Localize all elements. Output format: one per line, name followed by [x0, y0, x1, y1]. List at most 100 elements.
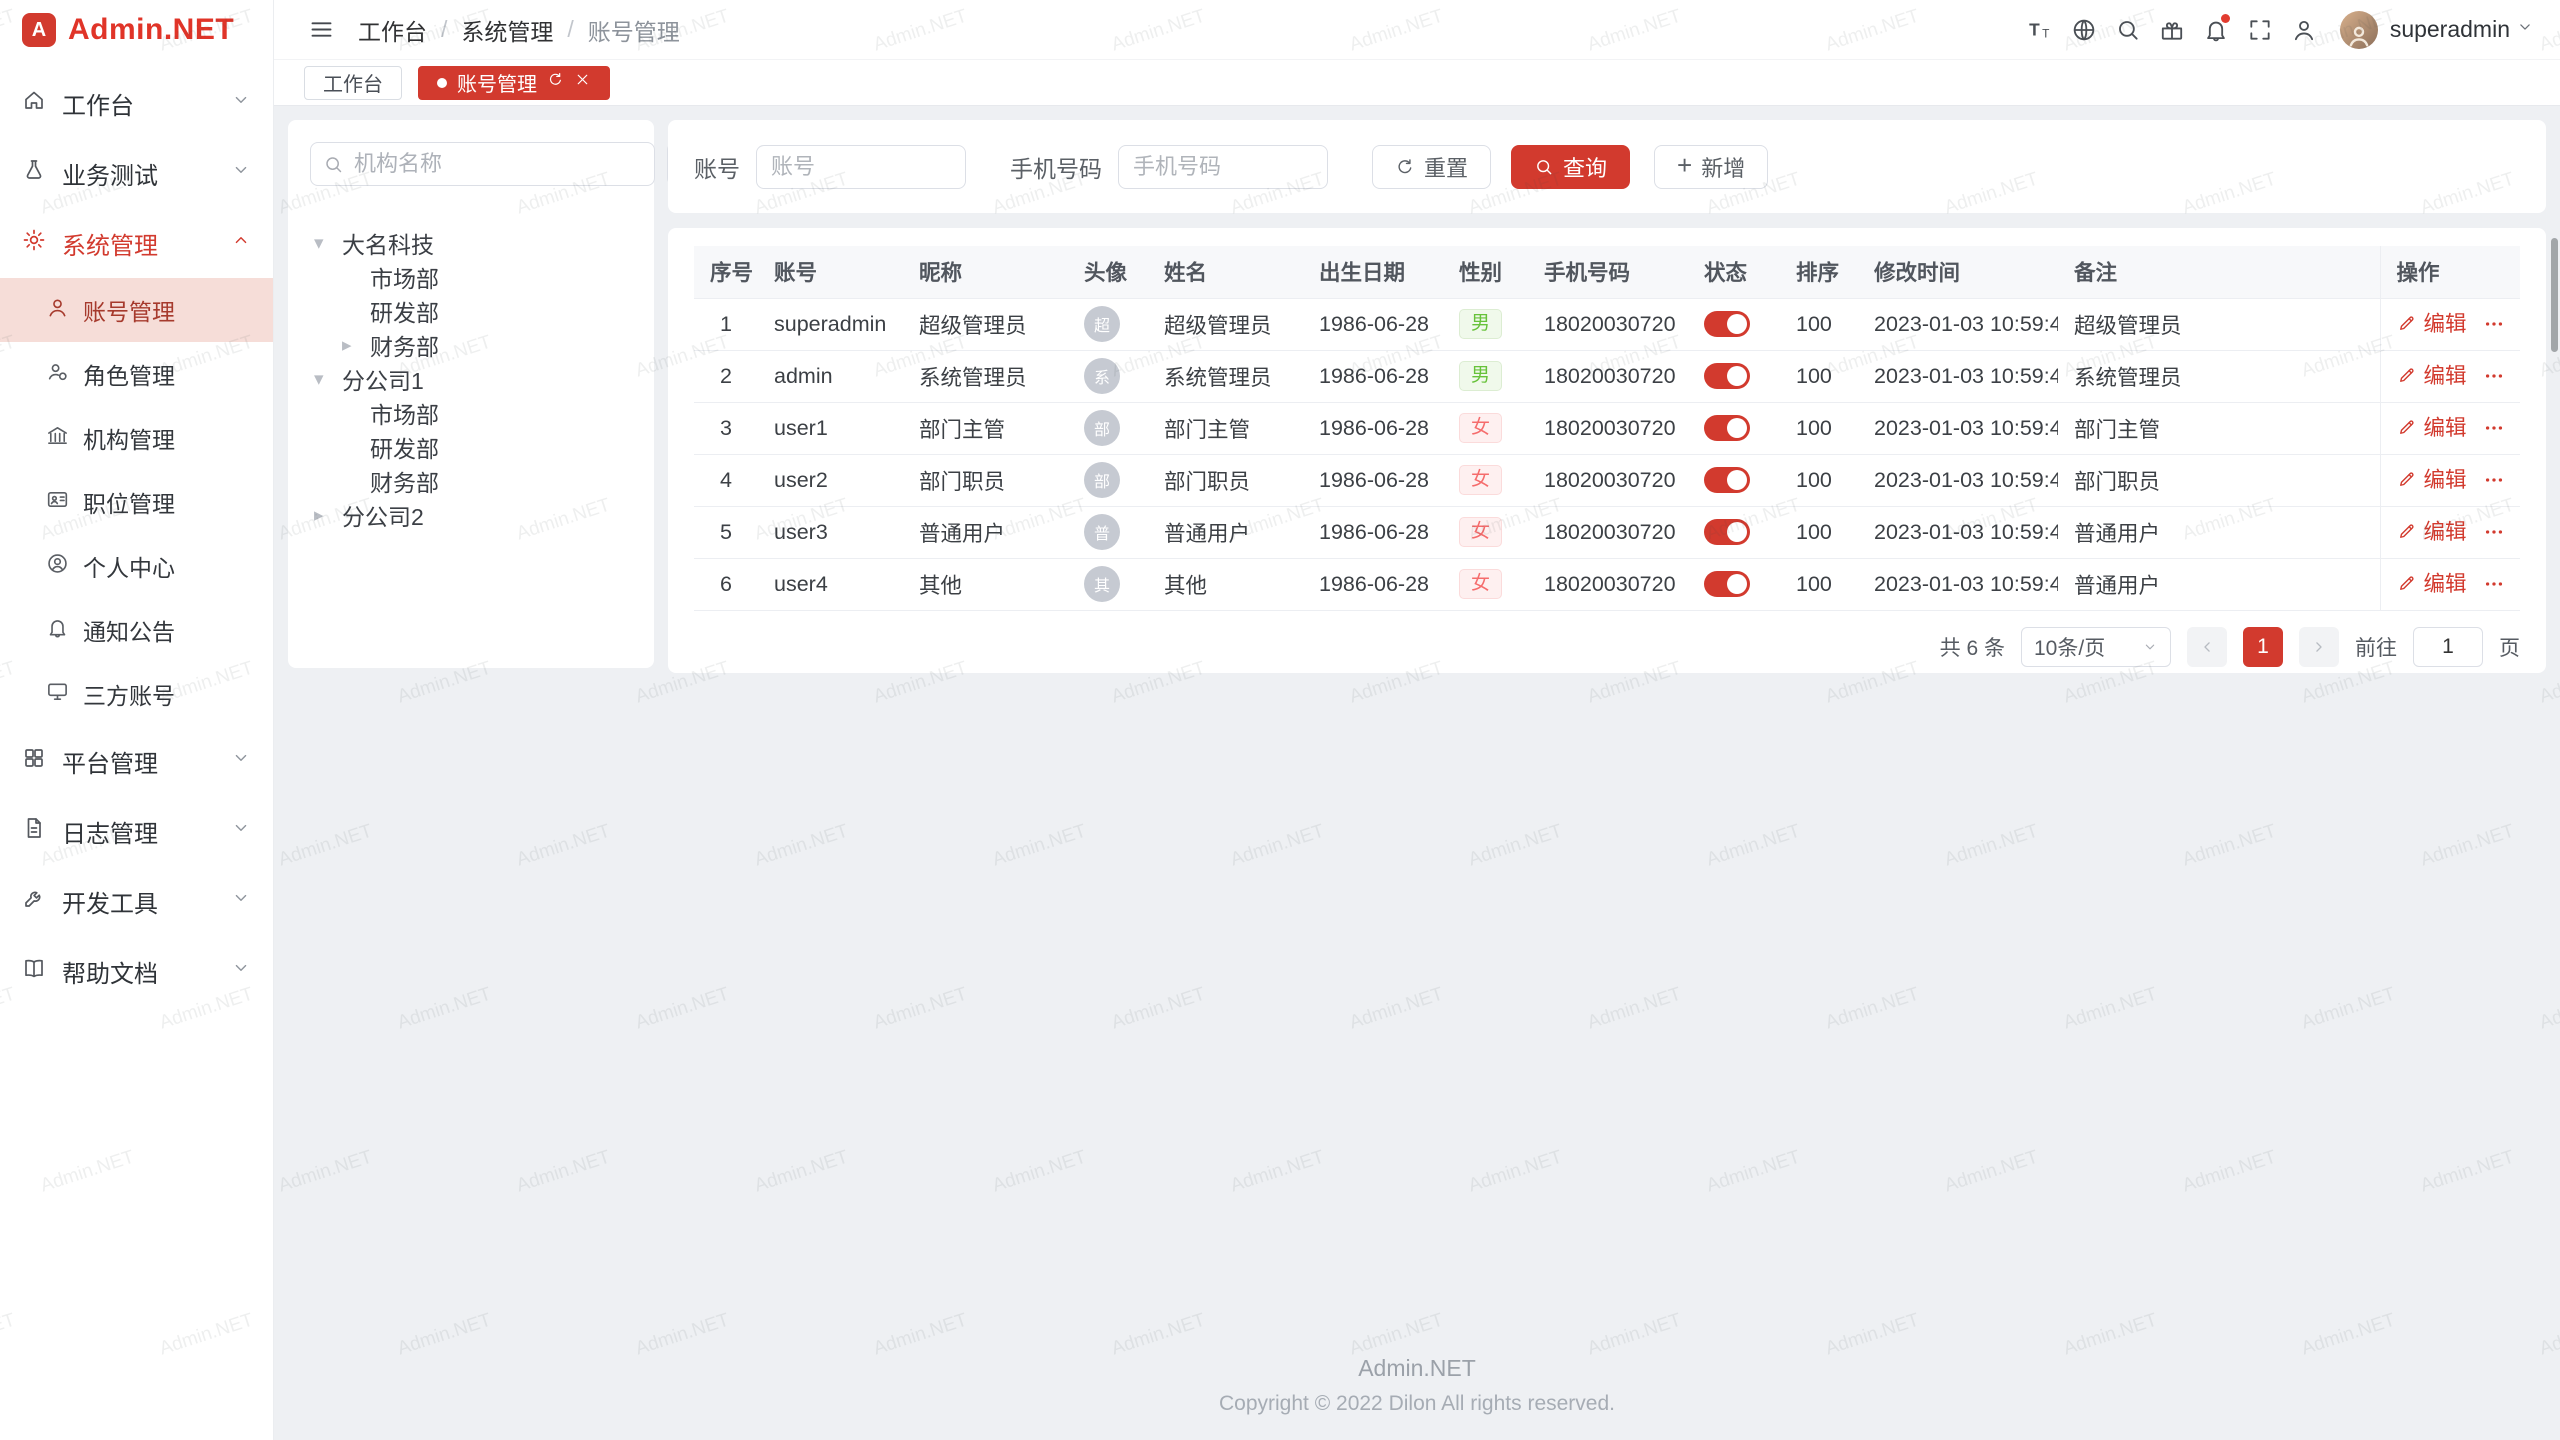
current-username[interactable]: superadmin: [2390, 16, 2510, 43]
sidebar-item-label: 三方账号: [83, 677, 175, 711]
current-page-button[interactable]: 1: [2243, 627, 2283, 667]
tree-node[interactable]: 财务部: [310, 464, 632, 498]
sidebar-item-help-docs[interactable]: 帮助文档: [0, 936, 273, 1006]
row-avatar: 超: [1084, 306, 1120, 342]
pencil-icon: [2397, 469, 2417, 489]
tree-node[interactable]: 研发部: [310, 294, 632, 328]
tree-node[interactable]: ▸财务部: [310, 328, 632, 362]
tree-caret-icon[interactable]: ▾: [314, 368, 342, 391]
sidebar-item-log-management[interactable]: 日志管理: [0, 796, 273, 866]
search-button[interactable]: 查询: [1511, 145, 1630, 189]
row-more-icon[interactable]: [2483, 316, 2505, 340]
cell-birth: 1986-06-28: [1303, 350, 1443, 402]
prev-page-button[interactable]: [2187, 627, 2227, 667]
cell-phone: 18020030720: [1528, 454, 1688, 506]
top-header: 工作台 / 系统管理 / 账号管理 superadmin: [274, 0, 2560, 60]
notification-bell-icon[interactable]: [2194, 8, 2238, 52]
scrollbar-thumb[interactable]: [2551, 238, 2558, 352]
sidebar-item-account-management[interactable]: 账号管理: [0, 278, 273, 342]
sidebar-item-business-test[interactable]: 业务测试: [0, 138, 273, 208]
cell-modified: 2023-01-03 10:59:44: [1858, 402, 2058, 454]
row-more-icon[interactable]: [2483, 576, 2505, 600]
home-icon: [22, 88, 46, 119]
fullscreen-icon[interactable]: [2238, 8, 2282, 52]
tree-node[interactable]: ▾大名科技: [310, 226, 632, 260]
tab-account-management[interactable]: 账号管理: [418, 66, 610, 100]
add-button[interactable]: + 新增: [1654, 145, 1768, 189]
cell-nickname: 超级管理员: [903, 298, 1068, 350]
goto-page-input[interactable]: [2413, 627, 2483, 667]
sidebar-item-position-management[interactable]: 职位管理: [0, 470, 273, 534]
refresh-icon: [1395, 157, 1415, 177]
sidebar-item-personal-center[interactable]: 个人中心: [0, 534, 273, 598]
avatar[interactable]: [2340, 11, 2378, 49]
table-row: 5 user3 普通用户 普 普通用户 1986-06-28 女 1802003…: [694, 506, 2520, 558]
tab-workbench[interactable]: 工作台: [304, 66, 402, 100]
breadcrumb-item[interactable]: 工作台: [358, 13, 427, 47]
sidebar-item-workbench[interactable]: 工作台: [0, 68, 273, 138]
status-toggle[interactable]: [1704, 571, 1750, 597]
language-icon[interactable]: [2062, 8, 2106, 52]
tree-caret-icon[interactable]: ▸: [342, 334, 370, 357]
collapse-menu-icon[interactable]: [300, 9, 342, 51]
col-avatar: 头像: [1068, 246, 1148, 298]
cell-nickname: 部门主管: [903, 402, 1068, 454]
tree-node[interactable]: 市场部: [310, 260, 632, 294]
status-toggle[interactable]: [1704, 519, 1750, 545]
tree-caret-icon[interactable]: ▸: [314, 504, 342, 527]
sidebar-item-dev-tools[interactable]: 开发工具: [0, 866, 273, 936]
edit-button[interactable]: 编辑: [2397, 515, 2467, 546]
sidebar-item-platform-management[interactable]: 平台管理: [0, 726, 273, 796]
tab-label: 账号管理: [457, 68, 537, 97]
status-toggle[interactable]: [1704, 311, 1750, 337]
sidebar-item-system-management[interactable]: 系统管理: [0, 208, 273, 278]
gender-tag: 女: [1459, 517, 1502, 547]
sidebar-item-org-management[interactable]: 机构管理: [0, 406, 273, 470]
edit-button[interactable]: 编辑: [2397, 567, 2467, 598]
row-more-icon[interactable]: [2483, 472, 2505, 496]
tree-caret-icon[interactable]: ▾: [314, 232, 342, 255]
search-icon[interactable]: [2106, 8, 2150, 52]
chevron-down-icon: [231, 817, 251, 845]
phone-input[interactable]: [1118, 145, 1328, 189]
breadcrumb-item[interactable]: 系统管理: [461, 13, 553, 47]
col-phone: 手机号码: [1528, 246, 1688, 298]
lock-user-icon[interactable]: [2282, 8, 2326, 52]
page-size-select[interactable]: 10条/页: [2021, 627, 2171, 667]
account-input[interactable]: [756, 145, 966, 189]
tab-refresh-icon[interactable]: [547, 71, 564, 94]
cell-nickname: 部门职员: [903, 454, 1068, 506]
edit-button[interactable]: 编辑: [2397, 463, 2467, 494]
chevron-down-icon[interactable]: [2516, 18, 2534, 41]
edit-button[interactable]: 编辑: [2397, 307, 2467, 338]
tab-close-icon[interactable]: [574, 71, 591, 94]
sidebar-item-label: 账号管理: [83, 293, 175, 327]
status-toggle[interactable]: [1704, 415, 1750, 441]
col-status: 状态: [1688, 246, 1780, 298]
next-page-button[interactable]: [2299, 627, 2339, 667]
tree-node[interactable]: ▸分公司2: [310, 498, 632, 532]
status-toggle[interactable]: [1704, 363, 1750, 389]
theme-gift-icon[interactable]: [2150, 8, 2194, 52]
sidebar-item-role-management[interactable]: 角色管理: [0, 342, 273, 406]
font-size-icon[interactable]: [2018, 8, 2062, 52]
profile-icon: [46, 552, 69, 581]
row-more-icon[interactable]: [2483, 524, 2505, 548]
tree-node[interactable]: 研发部: [310, 430, 632, 464]
status-toggle[interactable]: [1704, 467, 1750, 493]
row-more-icon[interactable]: [2483, 368, 2505, 392]
bell-icon: [46, 616, 69, 645]
sidebar-item-notice[interactable]: 通知公告: [0, 598, 273, 662]
col-account: 账号: [758, 246, 903, 298]
edit-button[interactable]: 编辑: [2397, 359, 2467, 390]
row-more-icon[interactable]: [2483, 420, 2505, 444]
org-search-input[interactable]: [354, 151, 642, 177]
accounts-table: 序号 账号 昵称 头像 姓名 出生日期 性别 手机号码 状态 排序 修改时间 备…: [694, 246, 2520, 611]
breadcrumb-item-current: 账号管理: [588, 13, 680, 47]
tree-node[interactable]: 市场部: [310, 396, 632, 430]
chevron-down-icon: [231, 89, 251, 117]
sidebar-item-third-party-account[interactable]: 三方账号: [0, 662, 273, 726]
edit-button[interactable]: 编辑: [2397, 411, 2467, 442]
reset-button[interactable]: 重置: [1372, 145, 1491, 189]
tree-node[interactable]: ▾分公司1: [310, 362, 632, 396]
